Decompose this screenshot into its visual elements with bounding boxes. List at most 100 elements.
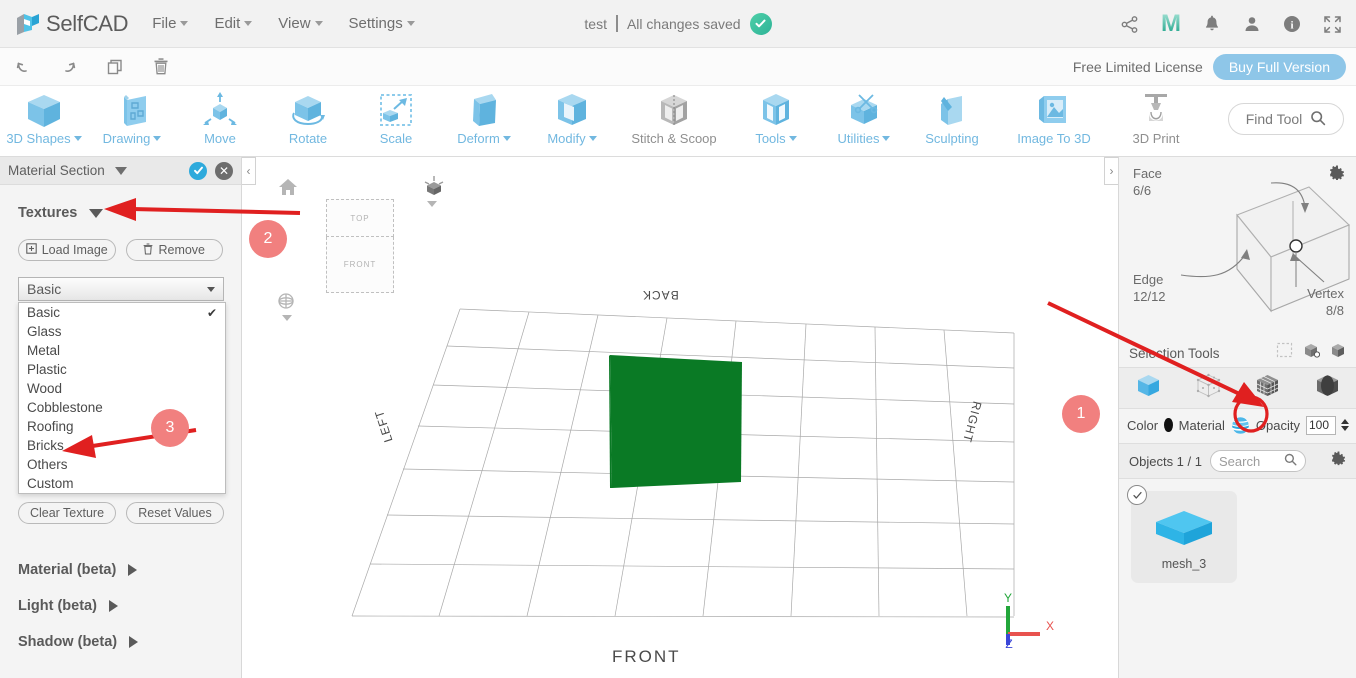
vertex-mode-icon[interactable]	[1195, 372, 1222, 404]
chevron-down-icon[interactable]	[427, 201, 437, 207]
chevron-down-icon	[406, 21, 415, 26]
duplicate-icon[interactable]	[92, 48, 138, 86]
notifications-bell-icon[interactable]	[1203, 15, 1221, 34]
stepper-up-icon[interactable]	[1341, 419, 1349, 424]
menu-edit-label: Edit	[214, 15, 241, 32]
dropdown-item-glass[interactable]: Glass	[19, 322, 225, 341]
dropdown-item-plastic[interactable]: Plastic	[19, 360, 225, 379]
material-sphere-icon[interactable]	[1231, 416, 1250, 435]
chevron-down-icon[interactable]	[89, 208, 104, 218]
chevron-right-icon[interactable]	[108, 600, 118, 612]
orbit-icon[interactable]	[276, 291, 296, 316]
chevron-down-icon[interactable]	[282, 315, 292, 321]
3d-viewport[interactable]: TOP FRONT BACK LEFT RIGHT FRONT Y X Z	[242, 157, 1118, 678]
opacity-stepper[interactable]	[1341, 419, 1349, 431]
chevron-down-icon	[73, 136, 82, 141]
badge-number: 2	[263, 230, 273, 247]
menu-file[interactable]: File	[152, 15, 189, 32]
chevron-down-icon	[153, 136, 162, 141]
tool-utilities[interactable]: Utilities	[820, 86, 908, 157]
tool-label: Drawing	[102, 131, 151, 146]
fullscreen-icon[interactable]	[1323, 15, 1342, 34]
tool-tools[interactable]: Tools	[732, 86, 820, 157]
tool-sculpting[interactable]: Sculpting	[908, 86, 996, 157]
stepper-down-icon[interactable]	[1341, 426, 1349, 431]
user-account-icon[interactable]	[1243, 15, 1261, 33]
chevron-right-icon[interactable]	[128, 564, 138, 576]
dropdown-item-custom[interactable]: Custom	[19, 474, 225, 493]
loop-select-icon[interactable]	[1330, 342, 1347, 364]
dropdown-item-bricks[interactable]: Bricks	[19, 436, 225, 455]
document-title[interactable]: test	[584, 16, 607, 32]
tool-modify[interactable]: Modify	[528, 86, 616, 157]
tool-scale[interactable]: Scale	[352, 86, 440, 157]
tool-deform[interactable]: Deform	[440, 86, 528, 157]
redo-icon[interactable]	[46, 48, 92, 86]
expand-right-panel-button[interactable]: ›	[1104, 157, 1118, 185]
material-beta-section[interactable]: Material (beta)	[0, 562, 242, 578]
tool-move[interactable]: Move	[176, 86, 264, 157]
dropdown-item-wood[interactable]: Wood	[19, 379, 225, 398]
tool-3d-shapes[interactable]: 3D Shapes	[0, 86, 88, 157]
opacity-input[interactable]	[1306, 415, 1336, 435]
texture-dropdown-list: Basic ✔ Glass Metal Plastic Wood Cobbles…	[18, 302, 226, 494]
face-mode-icon[interactable]	[1254, 372, 1281, 404]
list-item[interactable]: mesh_3	[1127, 485, 1237, 583]
reset-values-button[interactable]: Reset Values	[126, 502, 224, 524]
perspective-cube-icon[interactable]	[422, 175, 446, 204]
search-icon	[1310, 110, 1326, 129]
delete-icon[interactable]	[138, 48, 184, 86]
buy-full-version-button[interactable]: Buy Full Version	[1212, 54, 1346, 80]
color-swatch[interactable]	[1164, 418, 1173, 432]
shadow-beta-section[interactable]: Shadow (beta)	[0, 634, 242, 650]
load-image-button[interactable]: Load Image	[18, 239, 116, 261]
undo-icon[interactable]	[0, 48, 46, 86]
light-beta-section[interactable]: Light (beta)	[0, 598, 242, 614]
view-orientation-cube[interactable]: TOP FRONT	[326, 199, 394, 293]
dropdown-item-roofing[interactable]: Roofing	[19, 417, 225, 436]
chevron-down-icon	[882, 136, 891, 141]
chevron-down-icon	[314, 21, 323, 26]
dropdown-item-metal[interactable]: Metal	[19, 341, 225, 360]
share-icon[interactable]	[1120, 15, 1139, 34]
menu-view[interactable]: View	[278, 15, 323, 32]
find-tool-search[interactable]: Find Tool	[1228, 103, 1344, 135]
app-logo[interactable]: SelfCAD	[14, 10, 129, 38]
chevron-right-icon[interactable]	[129, 636, 139, 648]
dropdown-item-basic[interactable]: Basic ✔	[19, 303, 225, 322]
tool-3d-print[interactable]: 3D Print	[1112, 86, 1200, 157]
chevron-down-icon[interactable]	[114, 166, 127, 175]
object-visibility-checkbox[interactable]	[1127, 485, 1147, 505]
menu-settings[interactable]: Settings	[349, 15, 415, 32]
object-mode-icon[interactable]	[1135, 372, 1162, 404]
tool-stitch-scoop[interactable]: Stitch & Scoop	[616, 86, 732, 157]
textures-section-header[interactable]: Textures	[0, 205, 241, 221]
axis-gizmo: Y X Z	[998, 590, 1060, 651]
rect-select-icon[interactable]	[1276, 342, 1293, 364]
tool-rotate[interactable]: Rotate	[264, 86, 352, 157]
viewcube-top-face[interactable]: TOP	[326, 199, 394, 237]
myminifactory-logo[interactable]: M	[1161, 12, 1181, 36]
tool-drawing[interactable]: Drawing	[88, 86, 176, 157]
confirm-button[interactable]	[189, 161, 207, 180]
tool-image-to-3d[interactable]: Image To 3D	[996, 86, 1112, 157]
help-info-icon[interactable]: i	[1283, 15, 1301, 33]
option-label: Glass	[27, 324, 62, 339]
svg-text:X: X	[1046, 619, 1054, 633]
home-icon[interactable]	[278, 177, 298, 202]
close-button[interactable]: ✕	[215, 161, 233, 180]
box-select-icon[interactable]	[1303, 342, 1321, 364]
remove-texture-button[interactable]: Remove	[125, 239, 223, 261]
menu-edit[interactable]: Edit	[214, 15, 253, 32]
chevron-down-icon	[244, 21, 253, 26]
dropdown-item-others[interactable]: Others	[19, 455, 225, 474]
objects-search-input[interactable]: Search	[1209, 450, 1306, 472]
document-status: test All changes saved	[528, 12, 828, 35]
edge-mode-icon[interactable]	[1314, 372, 1341, 404]
clear-texture-button[interactable]: Clear Texture	[18, 502, 116, 524]
objects-settings-gear-icon[interactable]	[1331, 450, 1347, 472]
texture-type-select[interactable]: Basic	[18, 277, 224, 301]
viewcube-front-face[interactable]: FRONT	[326, 237, 394, 293]
dropdown-item-cobblestone[interactable]: Cobblestone	[19, 398, 225, 417]
collapse-left-panel-button[interactable]: ‹	[242, 157, 256, 185]
